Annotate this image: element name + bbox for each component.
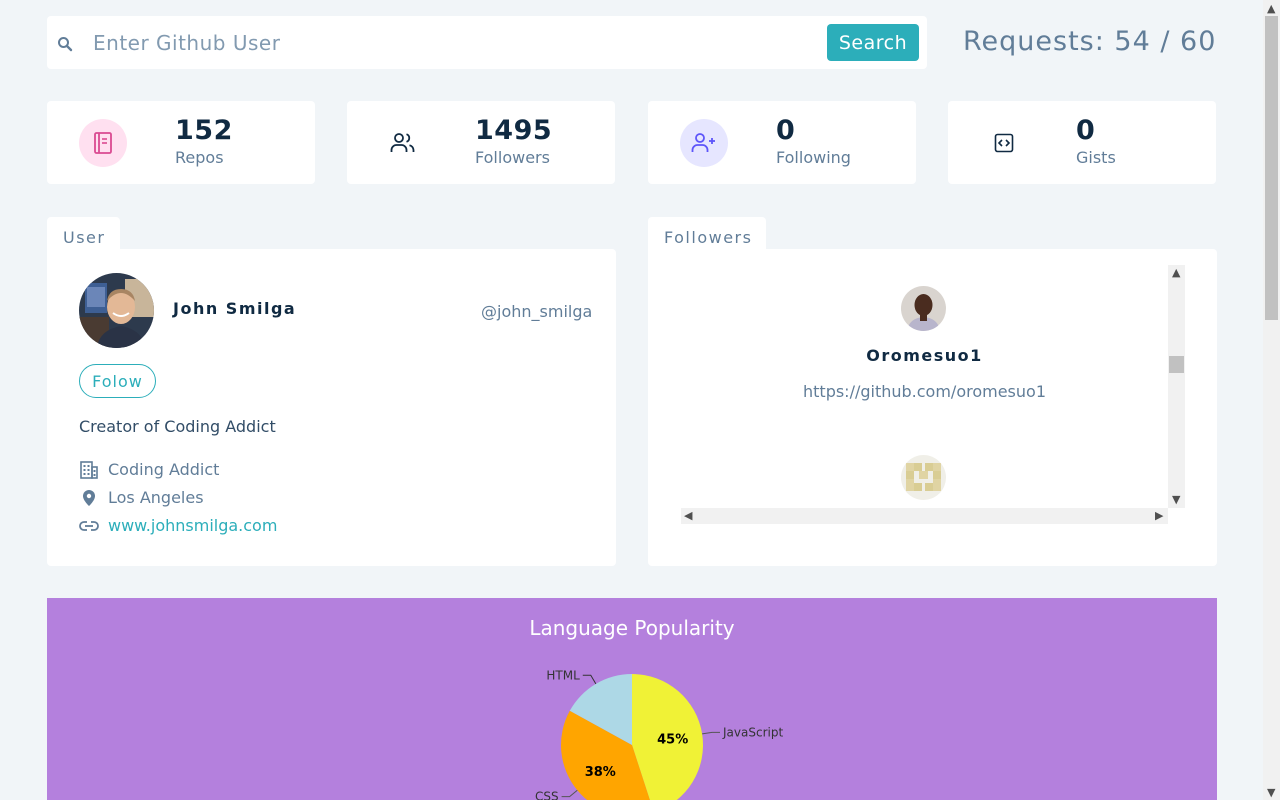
follow-button[interactable]: Folow — [79, 364, 156, 398]
repos-label: Repos — [175, 148, 224, 167]
stat-card-gists: 0 Gists — [948, 101, 1216, 184]
pie-leader-line — [702, 731, 721, 735]
book-icon — [79, 119, 127, 167]
pie-category-label-html: HTML — [546, 668, 580, 682]
location-text: Los Angeles — [108, 488, 204, 507]
followers-scroll-thumb[interactable] — [1169, 356, 1184, 373]
link-icon — [79, 520, 99, 532]
stat-card-followers: 1495 Followers — [347, 101, 615, 184]
language-pie-chart: 45% JavaScript 38% CSS HTML — [535, 668, 783, 800]
gists-label: Gists — [1076, 148, 1116, 167]
pie-percent-label-css: 38% — [585, 765, 616, 780]
scroll-up-arrow-icon[interactable]: ▲ — [1172, 267, 1180, 278]
scroll-down-arrow-icon[interactable]: ▼ — [1172, 494, 1180, 505]
building-icon — [79, 460, 99, 479]
pie-category-label-css: CSS — [535, 790, 559, 800]
company-text: Coding Addict — [108, 460, 220, 479]
pie-leader-line — [582, 674, 597, 685]
avatar — [79, 273, 154, 348]
user-plus-icon — [680, 119, 728, 167]
follower-name: Oromesuo1 — [866, 346, 983, 365]
pie-percent-label-javascript: 45% — [657, 733, 688, 748]
follower-url[interactable]: https://github.com/oromesuo1 — [681, 382, 1168, 401]
following-label: Following — [776, 148, 851, 167]
follower-avatar — [901, 455, 946, 500]
pie-category-label-javascript: JavaScript — [722, 725, 783, 739]
page-scroll-down-icon[interactable]: ▼ — [1267, 787, 1275, 798]
blog-link[interactable]: www.johnsmilga.com — [108, 516, 277, 535]
pie-leader-line — [561, 789, 578, 798]
followers-horizontal-scrollbar[interactable] — [681, 508, 1168, 524]
following-count: 0 — [776, 115, 796, 146]
repos-count: 152 — [175, 115, 233, 146]
gists-count: 0 — [1076, 115, 1096, 146]
followers-vertical-scrollbar[interactable] — [1168, 265, 1185, 508]
tab-followers: Followers — [648, 217, 766, 250]
followers-count: 1495 — [475, 115, 553, 146]
search-button[interactable]: Search — [827, 24, 919, 61]
tab-user: User — [47, 217, 120, 250]
user-bio: Creator of Coding Addict — [79, 417, 276, 436]
company-row: Coding Addict — [79, 460, 219, 479]
blog-row: www.johnsmilga.com — [79, 516, 277, 535]
search-icon — [57, 36, 73, 56]
followers-label: Followers — [475, 148, 550, 167]
code-icon — [980, 119, 1028, 167]
scroll-right-arrow-icon[interactable]: ▶ — [1155, 510, 1163, 521]
stat-card-following: 0 Following — [648, 101, 916, 184]
page-scroll-up-icon[interactable]: ▲ — [1267, 3, 1275, 14]
user-name: John Smilga — [173, 299, 297, 318]
users-icon — [379, 119, 427, 167]
scroll-left-arrow-icon[interactable]: ◀ — [684, 510, 692, 521]
location-pin-icon — [79, 489, 99, 507]
follower-avatar — [901, 286, 946, 331]
search-input[interactable] — [93, 28, 813, 58]
requests-counter: Requests: 54 / 60 — [963, 26, 1217, 57]
user-handle: @john_smilga — [481, 302, 593, 321]
chart-panel: Language Popularity 45% JavaScript 38% CSS H… — [47, 598, 1217, 800]
location-row: Los Angeles — [79, 488, 204, 507]
page-scroll-thumb[interactable] — [1265, 16, 1278, 320]
stat-card-repos: 152 Repos — [47, 101, 315, 184]
